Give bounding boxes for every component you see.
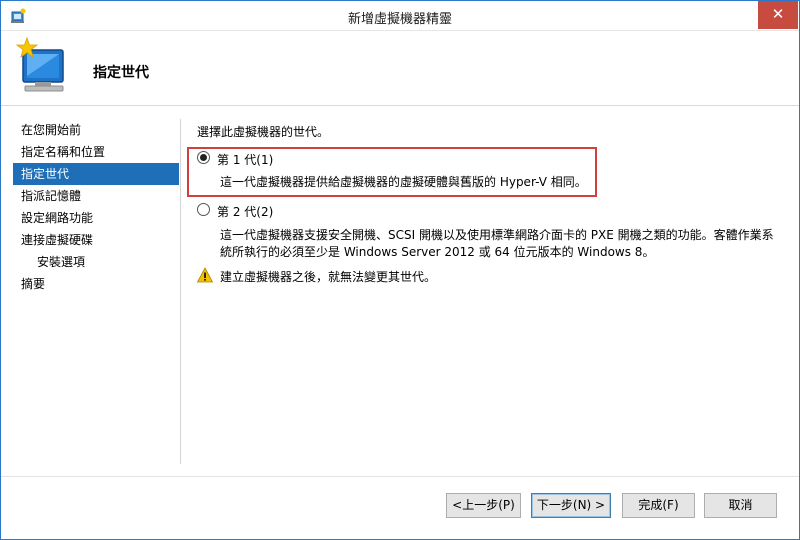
nav-item-summary[interactable]: 摘要 bbox=[13, 273, 179, 295]
nav-item-before-you-begin[interactable]: 在您開始前 bbox=[13, 119, 179, 141]
new-vm-icon bbox=[13, 36, 73, 96]
generation-1-label[interactable]: 第 1 代(1) bbox=[217, 151, 273, 168]
warning-text: 建立虛擬機器之後，就無法變更其世代。 bbox=[220, 270, 437, 284]
wizard-window: 新增虛擬機器精靈 ✕ 指定世代 在您開始前 指定名稱和位置 指定世代 指派記憶體… bbox=[0, 0, 800, 540]
generation-2-radio[interactable] bbox=[197, 203, 210, 216]
generation-2-label[interactable]: 第 2 代(2) bbox=[217, 203, 273, 220]
nav-divider bbox=[180, 119, 181, 464]
radio-selected-dot bbox=[200, 154, 207, 161]
nav-item-virtual-disk[interactable]: 連接虛擬硬碟 bbox=[13, 229, 179, 251]
nav-item-install-options[interactable]: 安裝選項 bbox=[13, 251, 179, 273]
window-title: 新增虛擬機器精靈 bbox=[347, 12, 452, 27]
close-icon: ✕ bbox=[771, 5, 785, 23]
generation-1-radio[interactable] bbox=[197, 151, 210, 164]
cancel-button[interactable]: 取消 bbox=[704, 493, 777, 518]
title-bar[interactable]: 新增虛擬機器精靈 ✕ bbox=[1, 1, 799, 31]
page-title: 指定世代 bbox=[93, 65, 149, 81]
nav-item-generation[interactable]: 指定世代 bbox=[13, 163, 179, 185]
warning-icon bbox=[196, 267, 214, 283]
wizard-header: 指定世代 bbox=[1, 31, 799, 106]
close-button[interactable]: ✕ bbox=[758, 1, 798, 29]
generation-2-description: 這一代虛擬機器支援安全開機、SCSI 開機以及使用標準網路介面卡的 PXE 開機… bbox=[220, 228, 774, 259]
footer-divider bbox=[1, 476, 799, 477]
generation-1-description: 這一代虛擬機器提供給虛擬機器的虛擬硬體與舊版的 Hyper-V 相同。 bbox=[220, 175, 587, 189]
finish-button[interactable]: 完成(F) bbox=[622, 493, 695, 518]
wizard-nav: 在您開始前 指定名稱和位置 指定世代 指派記憶體 設定網路功能 連接虛擬硬碟 安… bbox=[13, 119, 179, 295]
intro-text: 選擇此虛擬機器的世代。 bbox=[197, 125, 330, 139]
nav-item-name-location[interactable]: 指定名稱和位置 bbox=[13, 141, 179, 163]
previous-button[interactable]: <上一步(P) bbox=[446, 493, 521, 518]
next-button[interactable]: 下一步(N) > bbox=[531, 493, 611, 518]
nav-item-memory[interactable]: 指派記憶體 bbox=[13, 185, 179, 207]
nav-item-networking[interactable]: 設定網路功能 bbox=[13, 207, 179, 229]
